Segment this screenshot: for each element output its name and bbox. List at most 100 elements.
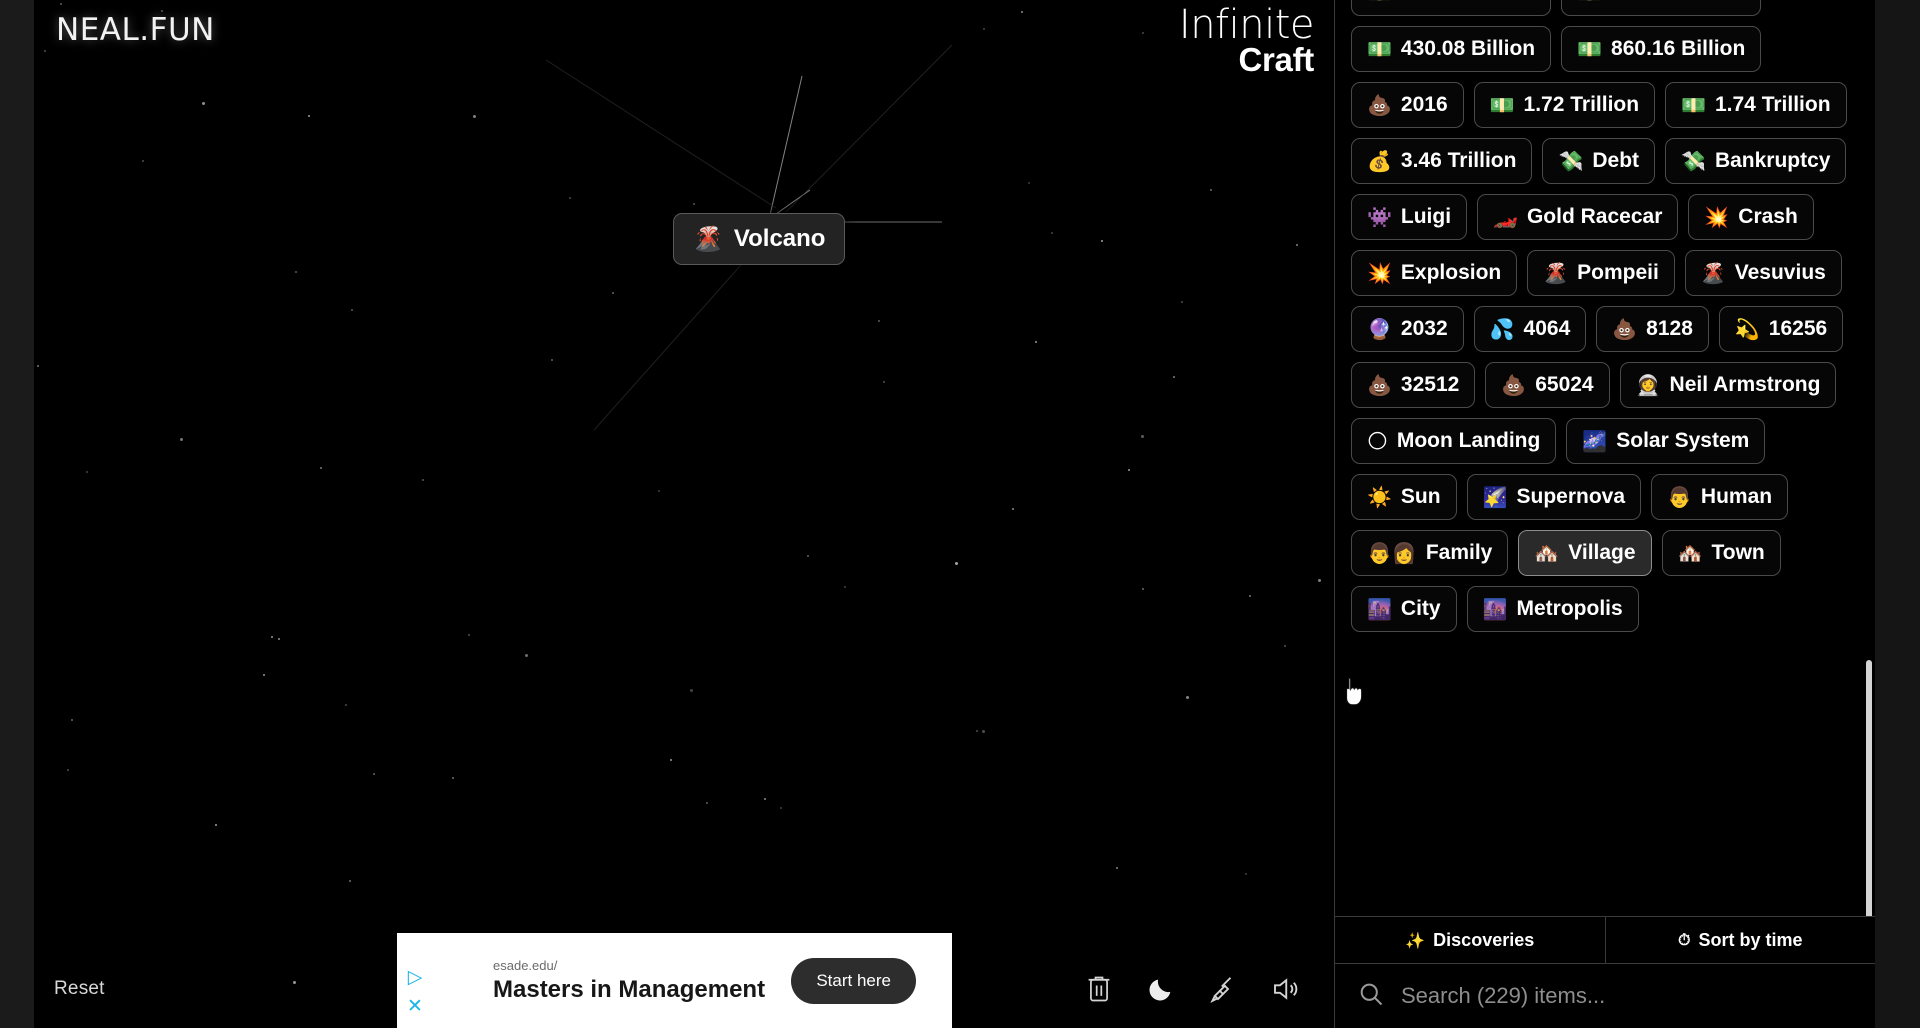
item-label: Town	[1711, 541, 1765, 564]
star	[467, 633, 470, 636]
item-label: Metropolis	[1516, 597, 1623, 620]
item-emoji-icon: 💸	[1558, 149, 1584, 173]
item-chip[interactable]: 🌠 Supernova	[1466, 474, 1642, 520]
item-emoji-icon: 🏎️	[1493, 205, 1518, 229]
star	[693, 202, 696, 205]
ad-banner[interactable]: ▷ ✕ esade.edu/ Masters in Management Sta…	[397, 933, 952, 1028]
moon-icon[interactable]	[1144, 972, 1178, 1006]
window-right-edge	[1875, 0, 1920, 1028]
item-emoji-icon: 💫	[1734, 317, 1760, 341]
item-emoji-icon: ☀️	[1367, 485, 1392, 509]
neal-fun-logo[interactable]: NEAL.FUN	[56, 12, 215, 48]
item-chip[interactable]: 🌌 Solar System	[1566, 418, 1766, 464]
star	[955, 562, 959, 566]
tab-discoveries-label: Discoveries	[1433, 929, 1535, 950]
item-emoji-icon: 💥	[1704, 205, 1730, 229]
item-chip[interactable]: 💵 215.04 Billion	[1561, 0, 1762, 16]
star	[657, 490, 660, 493]
item-emoji-icon: 💵	[1577, 0, 1602, 3]
item-chip[interactable]: 🌆 City	[1351, 586, 1457, 632]
crafting-canvas[interactable]: NEAL.FUN Infinite Craft 🌋 Volcano Reset	[34, 0, 1334, 1028]
canvas-node[interactable]: 🌋 Volcano	[673, 213, 846, 265]
item-chip[interactable]: 🌆 Metropolis	[1466, 586, 1639, 632]
item-chip[interactable]: 💵 107.52 Billion	[1351, 0, 1552, 16]
tab-sort-by-time[interactable]: ⏱ Sort by time	[1604, 917, 1876, 963]
star	[141, 159, 144, 162]
speaker-icon[interactable]	[1268, 972, 1302, 1006]
item-chip[interactable]: 👨 Human	[1651, 474, 1789, 520]
item-chip[interactable]: 🌕 Moon Landing	[1351, 418, 1557, 464]
items-scroll-area[interactable]: 💵 107.52 Billion 💵 215.04 Billion 💵 430.08 Bi…	[1335, 0, 1875, 916]
item-chip[interactable]: 💸 Bankruptcy	[1665, 138, 1847, 184]
item-chip[interactable]: 💩 65024	[1485, 362, 1610, 408]
canvas-toolbar	[1082, 972, 1302, 1006]
item-emoji-icon: 💩	[1501, 373, 1527, 397]
item-chip[interactable]: 🌋 Vesuvius	[1684, 250, 1842, 296]
item-chip[interactable]: 👨‍👩 Family	[1351, 530, 1509, 576]
item-chip[interactable]: 💰 3.46 Trillion	[1351, 138, 1533, 184]
item-chip[interactable]: 🏎️ Gold Racecar	[1477, 194, 1679, 240]
close-icon[interactable]: ✕	[407, 997, 423, 1016]
star	[1173, 375, 1176, 378]
item-chip[interactable]: 💩 8128	[1596, 306, 1709, 352]
broom-icon[interactable]	[1206, 972, 1240, 1006]
item-emoji-icon: 🌋	[1700, 261, 1726, 285]
item-emoji-icon: 💩	[1367, 373, 1392, 397]
item-chip[interactable]: 🌋 Pompeii	[1527, 250, 1675, 296]
item-label: 2032	[1400, 317, 1448, 340]
star	[373, 773, 376, 776]
item-chip[interactable]: 💸 Debt	[1542, 138, 1656, 184]
item-chip[interactable]: 💩 2016	[1351, 82, 1464, 128]
search-input[interactable]	[1401, 983, 1853, 1009]
ad-cta-button[interactable]: Start here	[791, 957, 916, 1004]
item-chip[interactable]: 💵 1.72 Trillion	[1473, 82, 1656, 128]
star	[1249, 595, 1252, 598]
item-chip[interactable]: 💦 4064	[1473, 306, 1587, 352]
sparkles-icon: ✨	[1405, 930, 1426, 950]
item-emoji-icon: 💸	[1681, 149, 1706, 173]
item-chip[interactable]: 👾 Luigi	[1351, 194, 1468, 240]
search-icon	[1357, 980, 1385, 1013]
item-label: Bankruptcy	[1714, 149, 1831, 172]
item-label: 3.46 Trillion	[1400, 149, 1517, 172]
item-chip[interactable]: 💥 Explosion	[1351, 250, 1518, 296]
item-emoji-icon: 💰	[1367, 149, 1392, 173]
item-emoji-icon: 💦	[1489, 317, 1515, 341]
item-emoji-icon: 👩‍🚀	[1635, 373, 1661, 397]
item-emoji-icon: 🔮	[1367, 317, 1392, 341]
item-label: 4064	[1523, 317, 1571, 340]
node-label: Volcano	[733, 225, 826, 252]
item-label: City	[1400, 597, 1441, 620]
item-chip[interactable]: 💵 1.74 Trillion	[1665, 82, 1847, 128]
item-chip[interactable]: 💵 430.08 Billion	[1351, 26, 1552, 72]
item-chip[interactable]: 💫 16256	[1718, 306, 1844, 352]
item-chip[interactable]: 🏘️ Village	[1518, 530, 1652, 576]
star	[1127, 469, 1130, 472]
tab-discoveries[interactable]: ✨ Discoveries	[1335, 917, 1605, 963]
star	[690, 688, 694, 692]
star	[263, 674, 266, 677]
item-label: Debt	[1592, 149, 1640, 172]
trash-icon[interactable]	[1082, 972, 1116, 1006]
star	[976, 729, 979, 732]
star	[350, 308, 353, 311]
item-chip[interactable]: 🔮 2032	[1351, 306, 1464, 352]
item-chip[interactable]: 💥 Crash	[1688, 194, 1814, 240]
star	[44, 49, 47, 52]
reset-button[interactable]: Reset	[54, 978, 105, 1000]
item-chip[interactable]: 💵 860.16 Billion	[1561, 26, 1762, 72]
sidebar-scrollbar[interactable]	[1866, 660, 1872, 916]
item-chip[interactable]: 💩 32512	[1351, 362, 1476, 408]
item-label: Sun	[1400, 485, 1441, 508]
item-chip[interactable]: 👩‍🚀 Neil Armstrong	[1619, 362, 1837, 408]
item-emoji-icon: 🌠	[1482, 485, 1508, 509]
item-label: 16256	[1768, 317, 1828, 340]
item-emoji-icon: 🌆	[1367, 597, 1392, 621]
page-title: Infinite Craft	[1179, 5, 1315, 76]
item-chip[interactable]: 🏘️ Town	[1661, 530, 1781, 576]
window-left-edge	[0, 0, 34, 1028]
item-emoji-icon: 💩	[1612, 317, 1638, 341]
adchoices-icon[interactable]: ▷	[408, 968, 423, 987]
search-bar[interactable]	[1335, 964, 1875, 1028]
item-chip[interactable]: ☀️ Sun	[1351, 474, 1457, 520]
